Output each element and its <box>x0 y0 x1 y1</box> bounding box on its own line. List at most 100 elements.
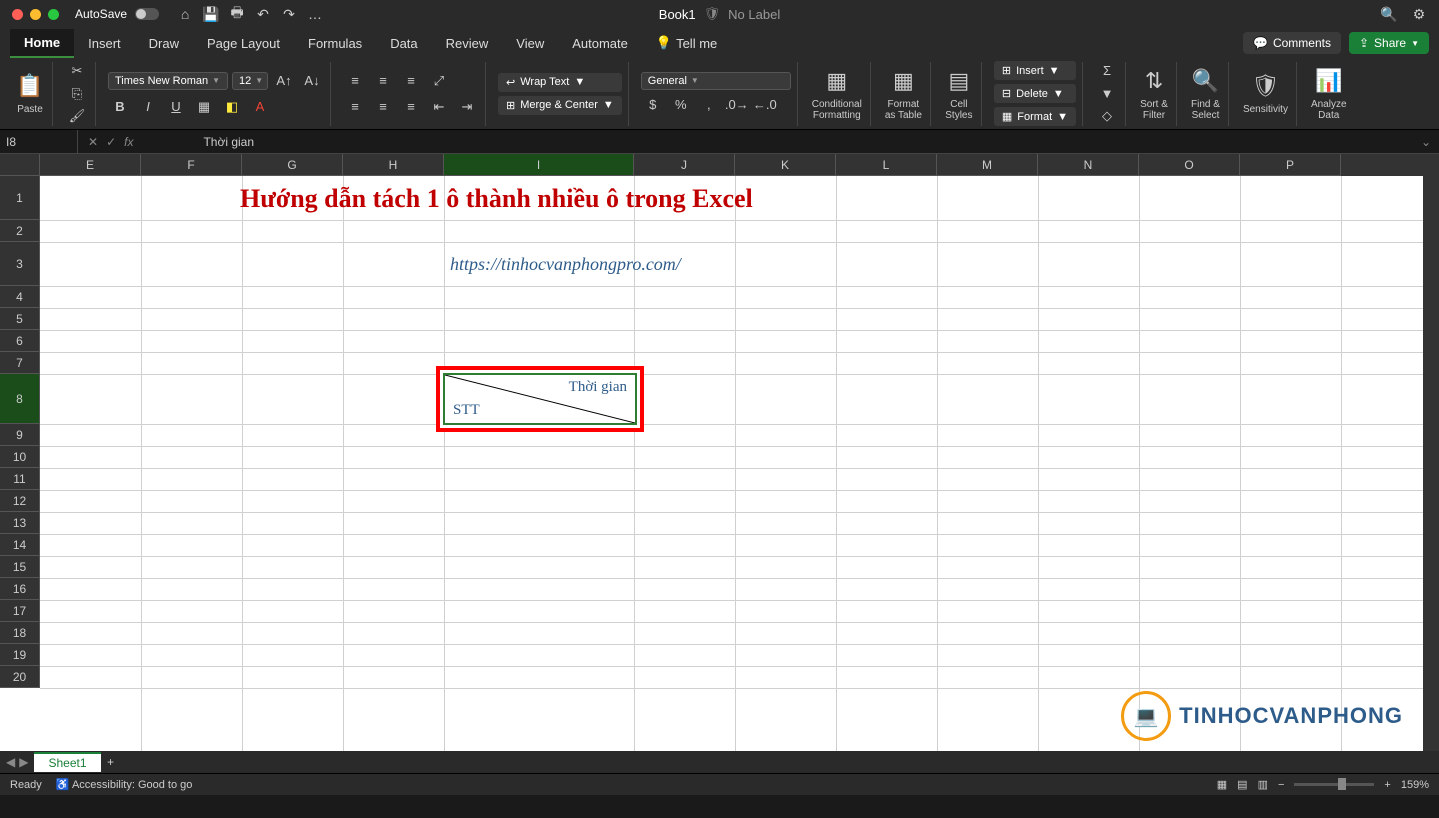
merge-center-button[interactable]: ⊞Merge & Center▼ <box>498 96 622 115</box>
cancel-formula-icon[interactable]: ✕ <box>88 135 98 149</box>
row-header[interactable]: 15 <box>0 556 40 578</box>
fill-color-button[interactable]: ◧ <box>220 96 244 118</box>
settings-icon[interactable]: ⚙ <box>1411 6 1427 22</box>
cell-styles-button[interactable]: ▤Cell Styles <box>937 62 982 126</box>
align-left-icon[interactable]: ≡ <box>343 96 367 118</box>
row-header[interactable]: 18 <box>0 622 40 644</box>
comments-button[interactable]: 💬Comments <box>1243 32 1341 54</box>
delete-cells-button[interactable]: ⊟Delete▼ <box>994 84 1076 103</box>
conditional-formatting-button[interactable]: ▦Conditional Formatting <box>804 62 871 126</box>
save-icon[interactable]: 💾 <box>203 6 219 22</box>
tab-automate[interactable]: Automate <box>558 30 642 57</box>
autosave-toggle[interactable] <box>135 8 159 20</box>
redo-icon[interactable]: ↷ <box>281 6 297 22</box>
col-header-selected[interactable]: I <box>444 154 634 176</box>
cells-area[interactable]: Hướng dẫn tách 1 ô thành nhiều ô trong E… <box>40 176 1423 751</box>
increase-indent-icon[interactable]: ⇥ <box>455 96 479 118</box>
split-cell-highlight[interactable]: Thời gian STT <box>436 366 644 432</box>
sheet-tab[interactable]: Sheet1 <box>34 752 100 772</box>
col-header[interactable]: H <box>343 154 444 176</box>
align-center-icon[interactable]: ≡ <box>371 96 395 118</box>
search-icon[interactable]: 🔍 <box>1381 6 1397 22</box>
col-header[interactable]: F <box>141 154 242 176</box>
copy-icon[interactable]: ⎘ <box>65 84 89 103</box>
row-header[interactable]: 9 <box>0 424 40 446</box>
row-header[interactable]: 6 <box>0 330 40 352</box>
tab-view[interactable]: View <box>502 30 558 57</box>
row-header[interactable]: 2 <box>0 220 40 242</box>
undo-icon[interactable]: ↶ <box>255 6 271 22</box>
currency-icon[interactable]: $ <box>641 94 665 116</box>
comma-icon[interactable]: , <box>697 94 721 116</box>
row-header[interactable]: 12 <box>0 490 40 512</box>
clear-icon[interactable]: ◇ <box>1095 107 1119 126</box>
accessibility-status[interactable]: ♿ Accessibility: Good to go <box>56 778 193 791</box>
underline-button[interactable]: U <box>164 96 188 118</box>
row-header[interactable]: 13 <box>0 512 40 534</box>
view-normal-icon[interactable]: ▦ <box>1217 778 1227 791</box>
sheet-nav-prev-icon[interactable]: ◀ <box>6 755 15 769</box>
tab-draw[interactable]: Draw <box>135 30 193 57</box>
row-header[interactable]: 7 <box>0 352 40 374</box>
row-header[interactable]: 20 <box>0 666 40 688</box>
row-header[interactable]: 19 <box>0 644 40 666</box>
italic-button[interactable]: I <box>136 96 160 118</box>
url-cell[interactable]: https://tinhocvanphongpro.com/ <box>450 254 681 275</box>
format-as-table-button[interactable]: ▦Format as Table <box>877 62 931 126</box>
select-all-corner[interactable] <box>0 154 40 176</box>
align-bottom-icon[interactable]: ≡ <box>399 70 423 92</box>
percent-icon[interactable]: % <box>669 94 693 116</box>
cut-icon[interactable]: ✂ <box>65 62 89 81</box>
share-button[interactable]: ⇪Share▼ <box>1349 32 1429 54</box>
align-middle-icon[interactable]: ≡ <box>371 70 395 92</box>
row-header[interactable]: 1 <box>0 176 40 220</box>
col-header[interactable]: O <box>1139 154 1240 176</box>
tab-review[interactable]: Review <box>432 30 503 57</box>
sensitivity-button[interactable]: 🛡Sensitivity <box>1235 62 1297 126</box>
find-select-button[interactable]: 🔍Find & Select <box>1183 62 1229 126</box>
tab-home[interactable]: Home <box>10 29 74 58</box>
row-header[interactable]: 5 <box>0 308 40 330</box>
tab-page-layout[interactable]: Page Layout <box>193 30 294 57</box>
decrease-indent-icon[interactable]: ⇤ <box>427 96 451 118</box>
home-icon[interactable]: ⌂ <box>177 6 193 22</box>
col-header[interactable]: J <box>634 154 735 176</box>
number-format-combo[interactable]: General▼ <box>641 72 791 90</box>
add-sheet-button[interactable]: + <box>101 755 121 769</box>
insert-cells-button[interactable]: ⊞Insert▼ <box>994 61 1076 80</box>
row-header[interactable]: 3 <box>0 242 40 286</box>
bold-button[interactable]: B <box>108 96 132 118</box>
minimize-window-icon[interactable] <box>30 9 41 20</box>
row-header-selected[interactable]: 8 <box>0 374 40 424</box>
tab-formulas[interactable]: Formulas <box>294 30 376 57</box>
row-header[interactable]: 11 <box>0 468 40 490</box>
analyze-data-button[interactable]: 📊Analyze Data <box>1303 62 1355 126</box>
enter-formula-icon[interactable]: ✓ <box>106 135 116 149</box>
col-header[interactable]: L <box>836 154 937 176</box>
row-header[interactable]: 4 <box>0 286 40 308</box>
expand-formula-bar-icon[interactable]: ⌄ <box>1413 135 1439 149</box>
col-header[interactable]: E <box>40 154 141 176</box>
font-color-button[interactable]: A <box>248 96 272 118</box>
maximize-window-icon[interactable] <box>48 9 59 20</box>
autosum-icon[interactable]: Σ <box>1095 62 1119 81</box>
col-header[interactable]: P <box>1240 154 1341 176</box>
format-painter-icon[interactable]: 🖌 <box>65 107 89 126</box>
row-header[interactable]: 14 <box>0 534 40 556</box>
sort-filter-button[interactable]: ⇅Sort & Filter <box>1132 62 1177 126</box>
zoom-in-button[interactable]: + <box>1384 779 1390 791</box>
col-header[interactable]: G <box>242 154 343 176</box>
zoom-out-button[interactable]: − <box>1278 779 1284 791</box>
increase-decimal-icon[interactable]: .0→ <box>725 94 749 116</box>
paste-icon[interactable]: 📋 <box>16 72 44 100</box>
view-page-break-icon[interactable]: ▥ <box>1258 778 1268 791</box>
format-cells-button[interactable]: ▦Format▼ <box>994 107 1076 126</box>
name-box[interactable]: I8 <box>0 130 78 153</box>
fx-icon[interactable]: fx <box>124 135 133 149</box>
align-top-icon[interactable]: ≡ <box>343 70 367 92</box>
orientation-icon[interactable]: ⤢ <box>427 70 451 92</box>
zoom-slider[interactable] <box>1294 783 1374 786</box>
fill-icon[interactable]: ▼ <box>1095 84 1119 103</box>
decrease-decimal-icon[interactable]: ←.0 <box>753 94 777 116</box>
row-header[interactable]: 10 <box>0 446 40 468</box>
